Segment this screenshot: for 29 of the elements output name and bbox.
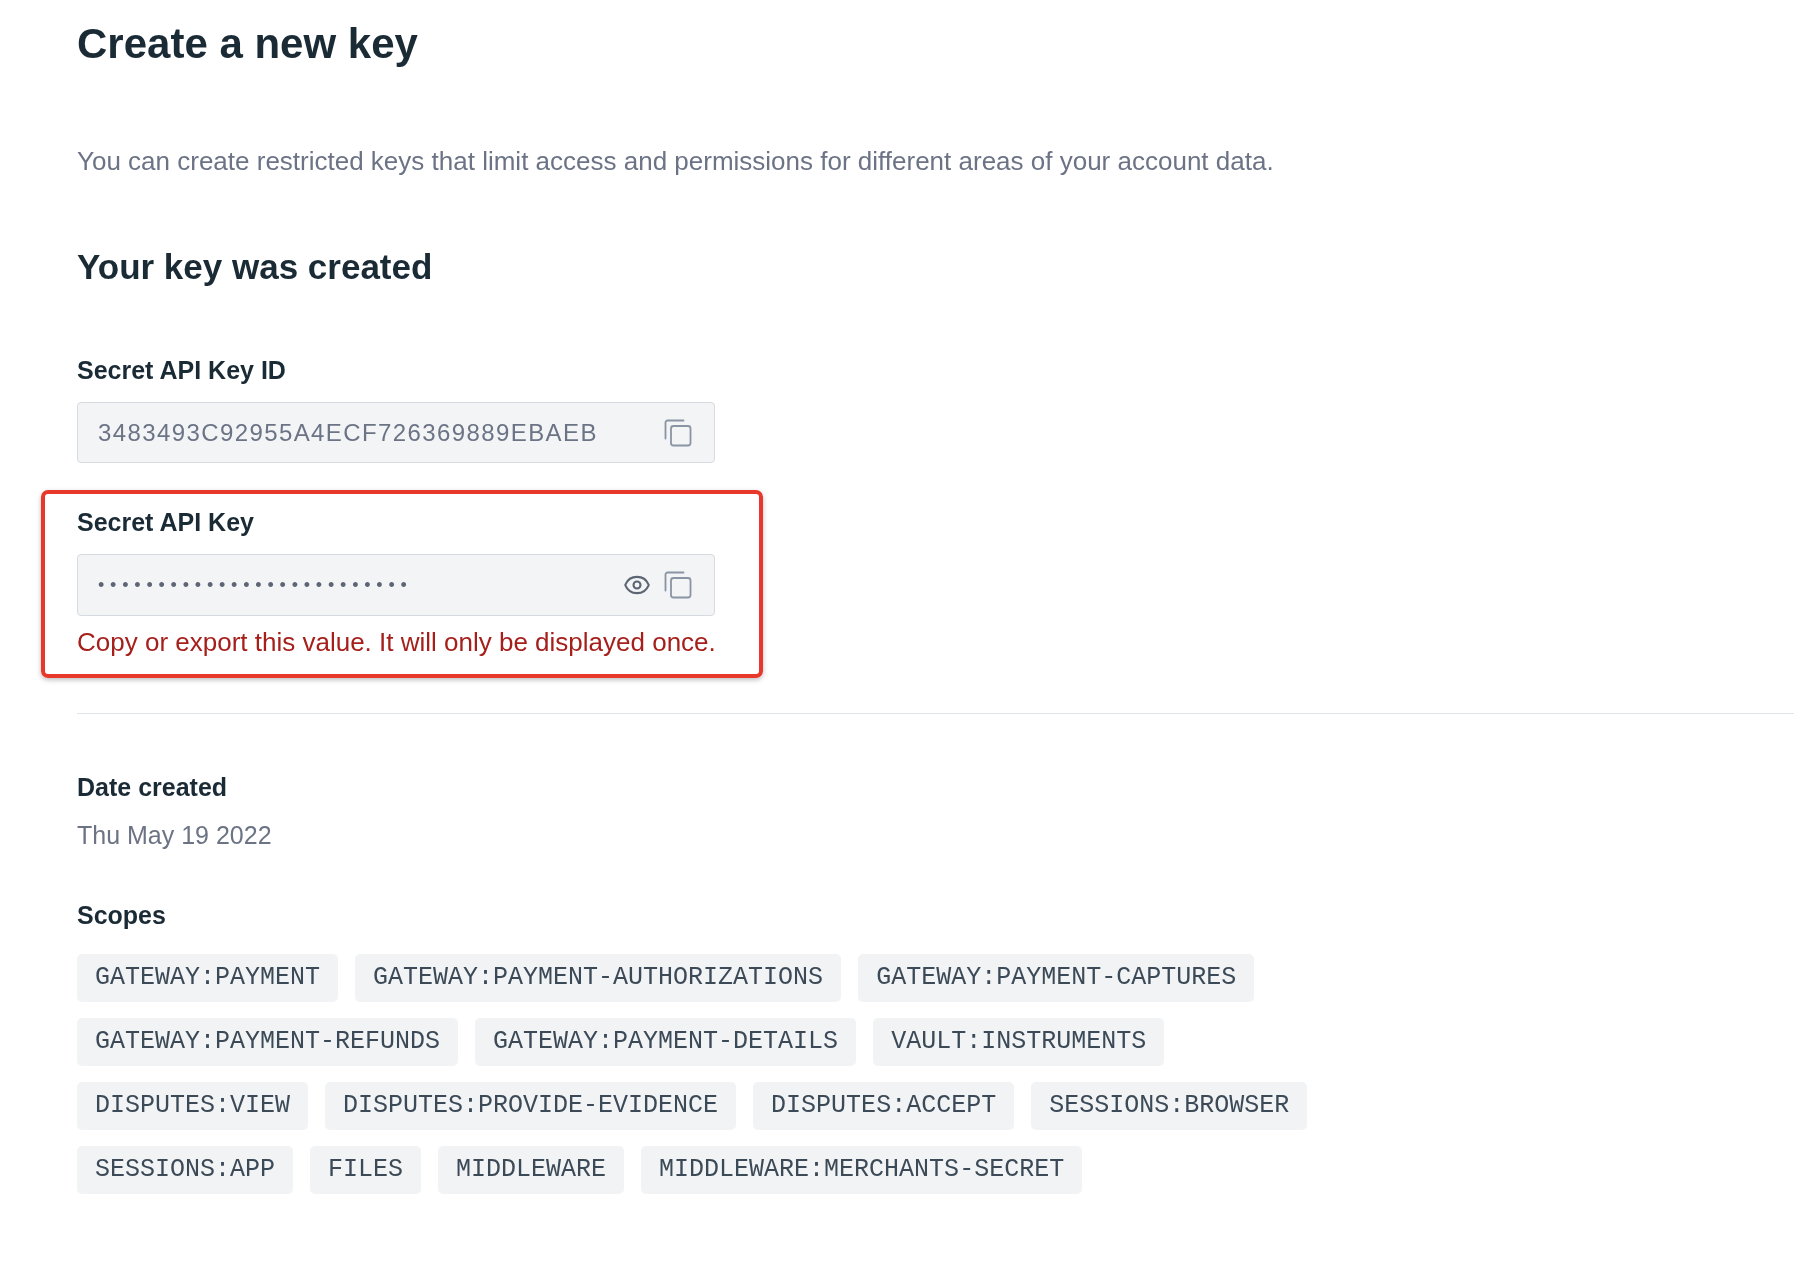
scope-tag: GATEWAY:PAYMENT [77,954,339,1002]
scope-tag: FILES [310,1146,422,1194]
scope-tag: MIDDLEWARE:MERCHANTS-SECRET [641,1146,1083,1194]
scope-tag: GATEWAY:PAYMENT-CAPTURES [858,954,1255,1002]
scope-tag: GATEWAY:PAYMENT-REFUNDS [77,1018,459,1066]
field-label: Secret API Key [77,507,254,537]
field-label: Date created [77,772,228,802]
scope-tag: SESSIONS:BROWSER [1031,1082,1308,1130]
key-id-value: 3483493C92955A4ECF726369889EBAEB [98,417,598,448]
date-value: Thu May 19 2022 [77,820,272,850]
field-label: Secret API Key ID [77,355,286,385]
scope-tag: DISPUTES:VIEW [77,1082,309,1130]
scope-tag: GATEWAY:PAYMENT-AUTHORIZATIONS [355,954,842,1002]
copy-icon[interactable] [664,418,692,447]
page-description: You can create restricted keys that limit access and permissions for different areas of your account data. [77,146,1274,176]
scope-tag: VAULT:INSTRUMENTS [873,1018,1165,1066]
scope-tag: DISPUTES:ACCEPT [753,1082,1015,1130]
key-id-field[interactable]: 3483493C92955A4ECF726369889EBAEB [77,402,715,463]
section-heading: Your key was created [77,246,433,288]
warning-text: Copy or export this value. It will only be displayed once. [77,627,716,657]
scope-tag: GATEWAY:PAYMENT-DETAILS [475,1018,857,1066]
scope-tag: SESSIONS:APP [77,1146,294,1194]
copy-icon[interactable] [664,571,692,599]
scope-tag: MIDDLEWARE [438,1146,625,1194]
secret-key-field[interactable]: •••••••••••••••••••••••••• [77,554,715,616]
masked-key-value: •••••••••••••••••••••••••• [98,574,413,597]
scope-tag: DISPUTES:PROVIDE-EVIDENCE [325,1082,737,1130]
page-title: Create a new key [77,19,418,69]
field-label: Scopes [77,900,166,930]
